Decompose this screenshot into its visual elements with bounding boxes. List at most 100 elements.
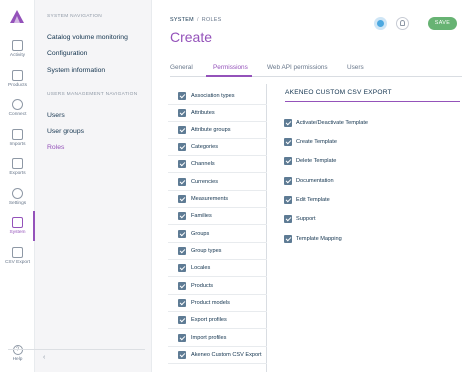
menu-csv-export[interactable]: CSV Export — [0, 247, 35, 275]
exports-icon — [12, 158, 23, 169]
acl-group-row[interactable]: Locales — [168, 260, 267, 277]
menu-help-label: Help — [12, 357, 23, 362]
tab-web-api-permissions[interactable]: Web API permissions — [267, 64, 328, 71]
acl-group-row[interactable]: Group types — [168, 243, 267, 260]
subnav-user-groups[interactable]: User groups — [47, 128, 84, 135]
menu-connect[interactable]: Connect — [0, 99, 35, 127]
group-label: Measurements — [191, 195, 228, 202]
permission-row[interactable]: Create Template — [284, 137, 459, 149]
permission-checkbox[interactable] — [284, 157, 292, 165]
acl-group-row[interactable]: Families — [168, 208, 267, 225]
menu-activity-label: Activity — [9, 53, 26, 58]
permission-checkbox[interactable] — [284, 138, 292, 146]
group-label: Attribute groups — [191, 126, 231, 133]
group-checkbox[interactable] — [178, 109, 186, 117]
notifications-button[interactable] — [396, 17, 409, 30]
menu-settings[interactable]: Settings — [0, 188, 35, 216]
acl-group-row[interactable]: Categories — [168, 139, 267, 156]
group-checkbox[interactable] — [178, 92, 186, 100]
system-sub-navigation: SYSTEM NAVIGATION Catalog volume monitor… — [35, 0, 152, 372]
permission-checkbox[interactable] — [284, 235, 292, 243]
permission-row[interactable]: Template Mapping — [284, 234, 459, 246]
permission-group-title: AKENEO CUSTOM CSV EXPORT — [285, 89, 392, 96]
permission-checkbox[interactable] — [284, 119, 292, 127]
menu-help[interactable]: ? Help — [0, 345, 35, 362]
bell-icon — [400, 20, 405, 26]
permission-label: Create Template — [296, 138, 337, 145]
group-checkbox[interactable] — [178, 351, 186, 359]
page-title: Create — [170, 29, 213, 45]
subnav-configuration[interactable]: Configuration — [47, 50, 87, 57]
group-checkbox[interactable] — [178, 195, 186, 203]
group-checkbox[interactable] — [178, 247, 186, 255]
menu-exports-label: Exports — [9, 171, 26, 176]
tab-general[interactable]: General — [170, 64, 193, 71]
tab-permissions[interactable]: Permissions — [213, 64, 248, 71]
help-icon: ? — [12, 345, 23, 355]
save-button[interactable]: SAVE — [428, 17, 457, 30]
acl-group-row[interactable]: Attributes — [168, 105, 267, 122]
permission-checkbox[interactable] — [284, 215, 292, 223]
tab-users[interactable]: Users — [347, 64, 364, 71]
subnav-divider — [8, 349, 145, 350]
permission-row[interactable]: Documentation — [284, 176, 459, 188]
breadcrumb-separator: / — [196, 17, 199, 23]
menu-imports[interactable]: Imports — [0, 129, 35, 157]
permission-row[interactable]: Edit Template — [284, 195, 459, 207]
acl-group-row[interactable]: Product models — [168, 295, 267, 312]
system-navigation-header: SYSTEM NAVIGATION — [47, 14, 103, 19]
group-checkbox[interactable] — [178, 334, 186, 342]
menu-products[interactable]: Products — [0, 70, 35, 98]
group-checkbox[interactable] — [178, 212, 186, 220]
user-avatar[interactable] — [374, 17, 387, 30]
acl-group-row[interactable]: Products — [168, 278, 267, 295]
acl-group-row[interactable]: Groups — [168, 226, 267, 243]
group-label: Import profiles — [191, 334, 227, 341]
connect-icon — [12, 99, 23, 110]
permission-row[interactable]: Delete Template — [284, 156, 459, 168]
subnav-roles[interactable]: Roles — [47, 144, 64, 151]
permission-checkbox[interactable] — [284, 177, 292, 185]
group-label: Export profiles — [191, 316, 227, 323]
group-checkbox[interactable] — [178, 230, 186, 238]
breadcrumb-roles[interactable]: ROLES — [202, 17, 222, 23]
subnav-system-information[interactable]: System information — [47, 67, 105, 74]
group-checkbox[interactable] — [178, 264, 186, 272]
acl-group-row[interactable]: Attribute groups — [168, 122, 267, 139]
acl-group-row[interactable]: Measurements — [168, 191, 267, 208]
group-checkbox[interactable] — [178, 143, 186, 151]
menu-connect-label: Connect — [8, 112, 27, 117]
group-checkbox[interactable] — [178, 160, 186, 168]
menu-activity[interactable]: Activity — [0, 40, 35, 68]
group-label: Group types — [191, 247, 222, 254]
group-checkbox[interactable] — [178, 316, 186, 324]
menu-exports[interactable]: Exports — [0, 158, 35, 186]
avatar-icon — [377, 20, 384, 27]
menu-system[interactable]: System — [0, 217, 35, 245]
menu-imports-label: Imports — [9, 142, 26, 147]
group-checkbox[interactable] — [178, 178, 186, 186]
akeneo-logo-icon[interactable] — [8, 8, 26, 26]
acl-group-row[interactable]: Export profiles — [168, 312, 267, 329]
breadcrumb-system[interactable]: SYSTEM — [170, 17, 194, 23]
group-label: Association types — [191, 92, 235, 99]
subnav-catalog-volume-monitoring[interactable]: Catalog volume monitoring — [47, 34, 128, 41]
collapse-column-icon[interactable]: ‹ — [43, 354, 45, 361]
acl-group-row[interactable]: Channels — [168, 156, 267, 173]
group-checkbox[interactable] — [178, 299, 186, 307]
acl-group-row[interactable]: Currencies — [168, 174, 267, 191]
group-checkbox[interactable] — [178, 282, 186, 290]
subnav-users[interactable]: Users — [47, 112, 65, 119]
acl-group-row[interactable]: Association types — [168, 88, 267, 105]
permission-label: Edit Template — [296, 196, 330, 203]
system-icon — [12, 217, 23, 228]
menu-csv-export-label: CSV Export — [4, 260, 31, 265]
acl-group-row-selected[interactable]: Akeneo Custom CSV Export — [168, 347, 267, 364]
settings-icon — [12, 188, 23, 199]
permission-row[interactable]: Support — [284, 214, 459, 226]
permission-row[interactable]: Activate/Deactivate Template — [284, 118, 459, 130]
permission-title-underline — [285, 101, 460, 102]
acl-group-row[interactable]: Import profiles — [168, 330, 267, 347]
permission-checkbox[interactable] — [284, 196, 292, 204]
group-checkbox[interactable] — [178, 126, 186, 134]
